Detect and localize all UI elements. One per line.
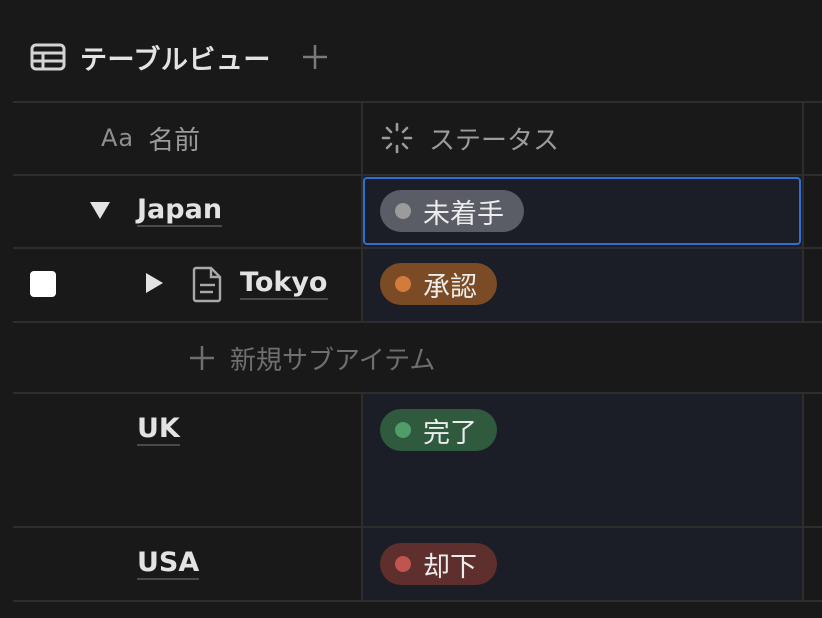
new-subitem-label: 新規サブアイテム xyxy=(230,345,436,376)
grid-line xyxy=(13,600,822,602)
status-dot xyxy=(395,276,411,292)
status-label: 完了 xyxy=(423,417,477,449)
document-icon xyxy=(191,265,225,303)
row-title-uk[interactable]: UK xyxy=(137,414,180,446)
grid-line xyxy=(13,247,822,249)
column-header-status[interactable]: ステータス xyxy=(381,121,560,156)
view-header: テーブルビュー xyxy=(30,36,329,78)
status-dot xyxy=(395,203,411,219)
grid-line xyxy=(13,526,822,528)
status-badge-tokyo[interactable]: 承認 xyxy=(380,263,497,305)
status-label: 未着手 xyxy=(423,198,504,230)
column-header-name[interactable]: Aa 名前 xyxy=(101,121,201,156)
grid-line xyxy=(13,321,822,323)
status-badge-uk[interactable]: 完了 xyxy=(380,409,497,451)
view-title[interactable]: テーブルビュー xyxy=(80,38,271,77)
status-dot xyxy=(395,422,411,438)
grid-line xyxy=(13,174,822,176)
status-dot xyxy=(395,556,411,572)
grid-line xyxy=(13,101,822,103)
status-badge-japan[interactable]: 未着手 xyxy=(380,190,524,232)
row-title-japan[interactable]: Japan xyxy=(137,195,223,227)
column-header-status-label: ステータス xyxy=(429,125,560,156)
status-label: 却下 xyxy=(423,551,477,583)
row-checkbox[interactable] xyxy=(30,271,56,297)
toggle-expanded-icon[interactable] xyxy=(89,199,111,221)
column-divider[interactable] xyxy=(361,392,363,602)
column-divider[interactable] xyxy=(802,101,804,321)
row-title-usa[interactable]: USA xyxy=(137,548,200,580)
text-property-icon: Aa xyxy=(101,124,135,152)
row-title-tokyo[interactable]: Tokyo xyxy=(240,268,328,300)
grid-line xyxy=(13,392,822,394)
plus-icon[interactable] xyxy=(301,43,329,71)
toggle-collapsed-icon[interactable] xyxy=(143,272,165,294)
table-icon xyxy=(30,43,66,71)
status-badge-usa[interactable]: 却下 xyxy=(380,543,497,585)
new-subitem-button[interactable]: 新規サブアイテム xyxy=(188,339,435,377)
plus-icon xyxy=(188,344,216,372)
column-header-name-label: 名前 xyxy=(148,125,201,156)
status-label: 承認 xyxy=(423,271,477,303)
status-spinner-icon xyxy=(381,122,413,154)
column-divider[interactable] xyxy=(802,392,804,602)
